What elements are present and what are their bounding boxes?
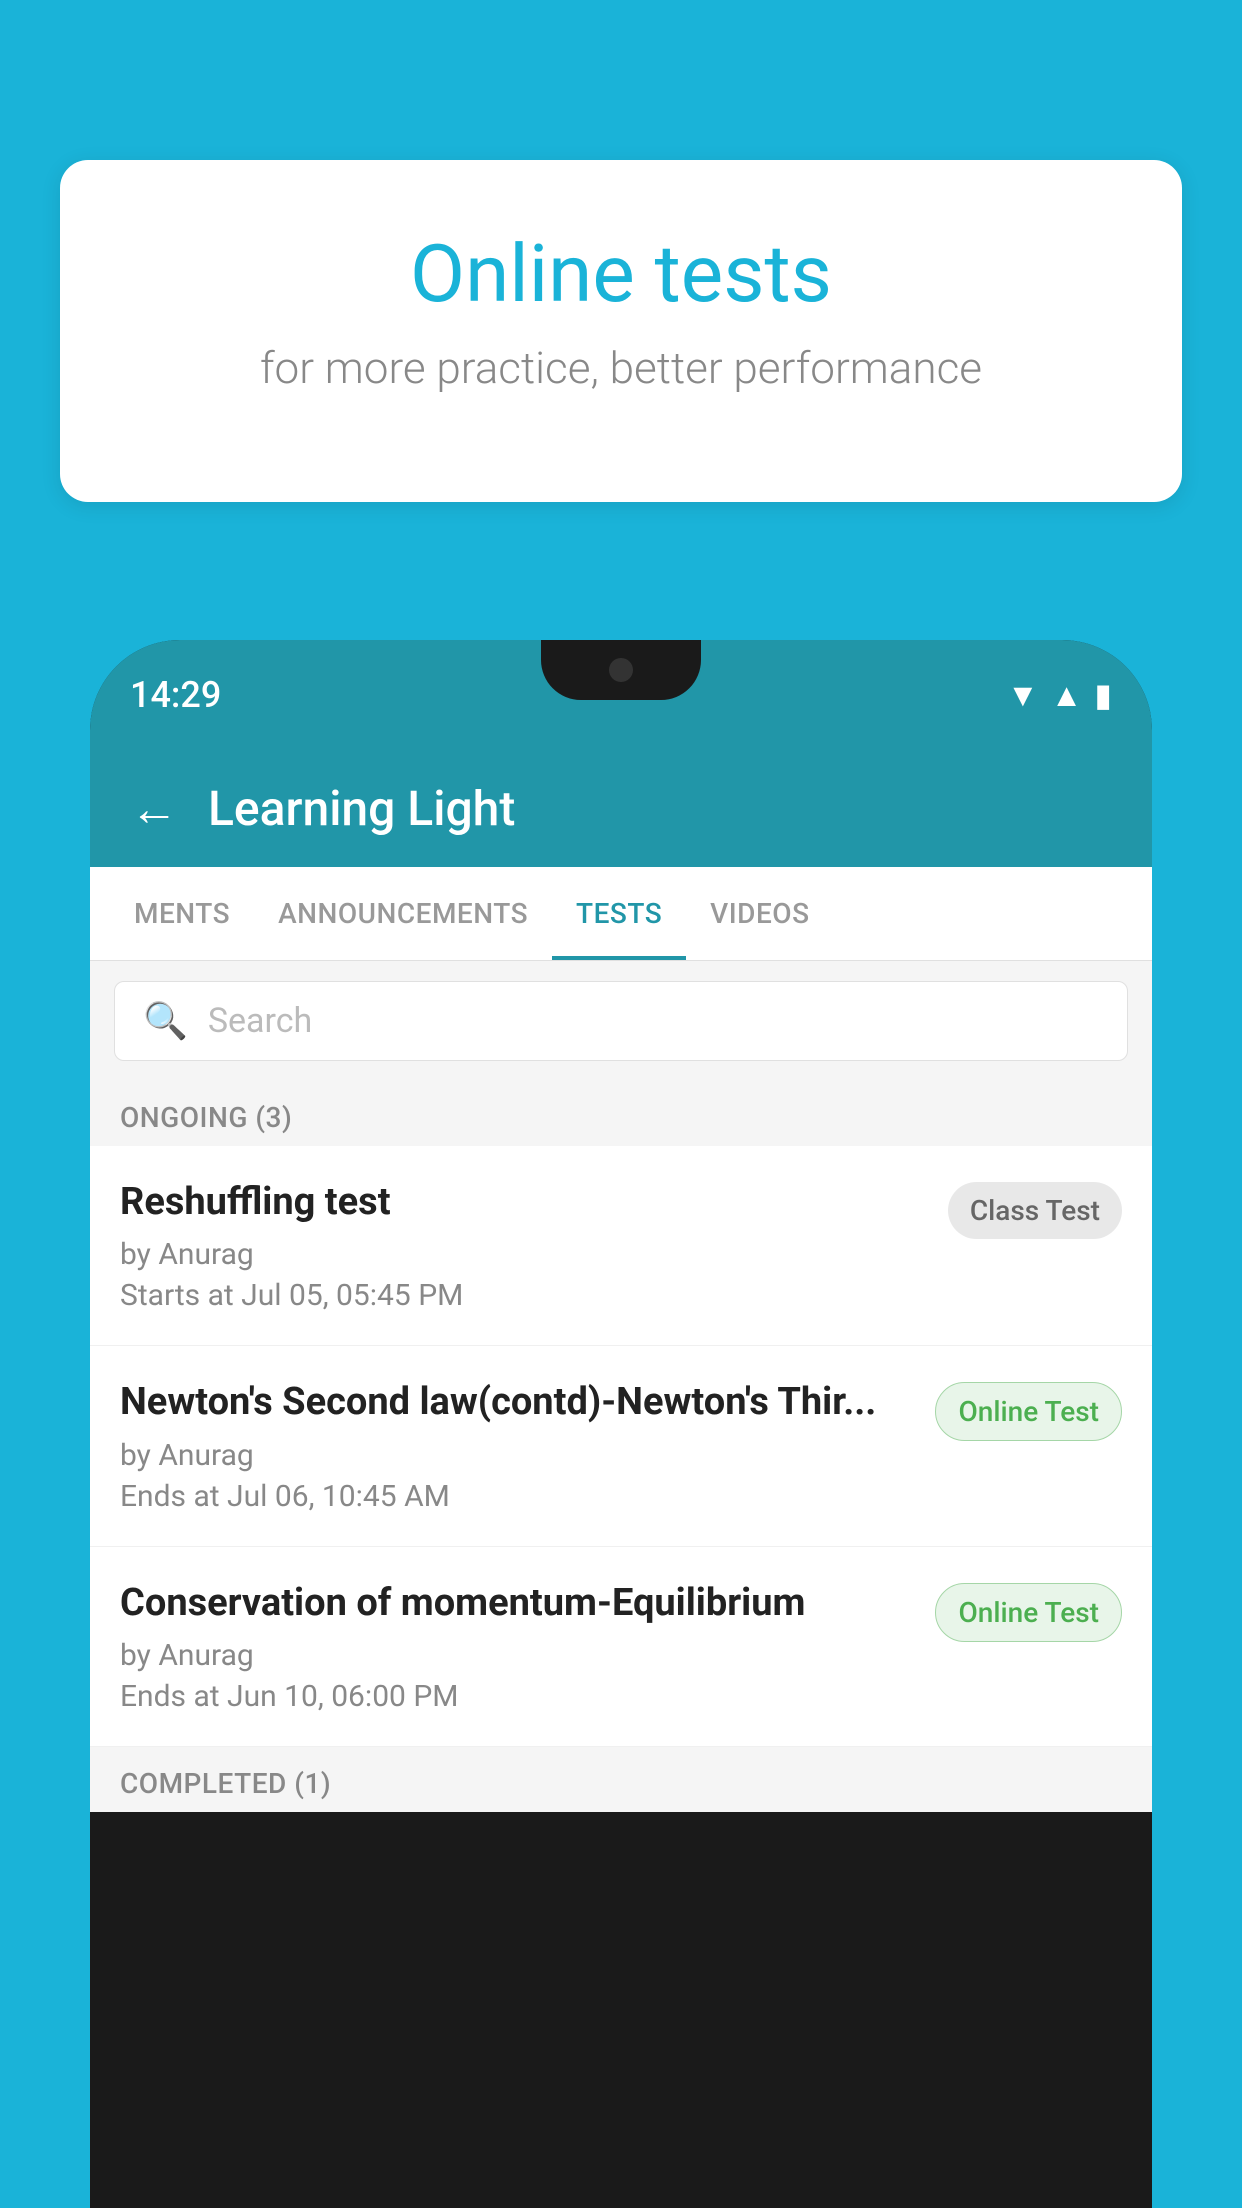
app-header: ← Learning Light — [90, 750, 1152, 867]
test-badge-2: Online Test — [935, 1382, 1122, 1441]
speech-bubble: Online tests for more practice, better p… — [60, 160, 1182, 502]
signal-icon: ▲ — [1051, 676, 1083, 714]
status-bar: 14:29 ▼ ▲ ▮ — [90, 640, 1152, 750]
back-button[interactable]: ← — [130, 785, 178, 833]
speech-bubble-container: Online tests for more practice, better p… — [60, 160, 1182, 502]
tab-ments[interactable]: MENTS — [110, 867, 254, 960]
test-title-1: Reshuffling test — [120, 1178, 924, 1227]
test-author-3: by Anurag — [120, 1638, 911, 1673]
search-container: 🔍 Search — [90, 961, 1152, 1081]
ongoing-label: ONGOING (3) — [120, 1101, 292, 1134]
phone-camera — [609, 658, 633, 682]
wifi-icon: ▼ — [1007, 676, 1039, 714]
screen-content: MENTS ANNOUNCEMENTS TESTS VIDEOS 🔍 Searc… — [90, 867, 1152, 1812]
completed-section-header: COMPLETED (1) — [90, 1747, 1152, 1812]
bubble-title: Online tests — [140, 230, 1102, 318]
search-icon: 🔍 — [143, 1000, 188, 1042]
test-info-2: Newton's Second law(contd)-Newton's Thir… — [120, 1378, 911, 1513]
tab-tests[interactable]: TESTS — [552, 867, 686, 960]
test-item-1[interactable]: Reshuffling test by Anurag Starts at Jul… — [90, 1146, 1152, 1346]
test-item-2[interactable]: Newton's Second law(contd)-Newton's Thir… — [90, 1346, 1152, 1546]
phone-status-icons: ▼ ▲ ▮ — [1007, 676, 1112, 714]
test-item-3[interactable]: Conservation of momentum-Equilibrium by … — [90, 1547, 1152, 1747]
tab-videos[interactable]: VIDEOS — [686, 867, 833, 960]
battery-icon: ▮ — [1094, 676, 1112, 714]
search-bar[interactable]: 🔍 Search — [114, 981, 1128, 1061]
test-author-1: by Anurag — [120, 1237, 924, 1272]
test-badge-3: Online Test — [935, 1583, 1122, 1642]
test-date-1: Starts at Jul 05, 05:45 PM — [120, 1278, 924, 1313]
app-title: Learning Light — [208, 780, 515, 837]
test-info-3: Conservation of momentum-Equilibrium by … — [120, 1579, 911, 1714]
tabs-bar: MENTS ANNOUNCEMENTS TESTS VIDEOS — [90, 867, 1152, 961]
test-badge-1: Class Test — [948, 1182, 1122, 1239]
test-author-2: by Anurag — [120, 1438, 911, 1473]
completed-label: COMPLETED (1) — [120, 1767, 331, 1800]
bubble-subtitle: for more practice, better performance — [140, 342, 1102, 394]
test-title-2: Newton's Second law(contd)-Newton's Thir… — [120, 1378, 911, 1427]
phone-notch — [541, 640, 701, 700]
tab-announcements[interactable]: ANNOUNCEMENTS — [254, 867, 552, 960]
search-placeholder: Search — [208, 1001, 312, 1041]
phone-time: 14:29 — [130, 674, 221, 716]
ongoing-section-header: ONGOING (3) — [90, 1081, 1152, 1146]
test-title-3: Conservation of momentum-Equilibrium — [120, 1579, 911, 1628]
test-date-2: Ends at Jul 06, 10:45 AM — [120, 1479, 911, 1514]
phone-mockup: 14:29 ▼ ▲ ▮ ← Learning Light MENTS ANNOU… — [90, 640, 1152, 2208]
test-info-1: Reshuffling test by Anurag Starts at Jul… — [120, 1178, 924, 1313]
test-date-3: Ends at Jun 10, 06:00 PM — [120, 1679, 911, 1714]
